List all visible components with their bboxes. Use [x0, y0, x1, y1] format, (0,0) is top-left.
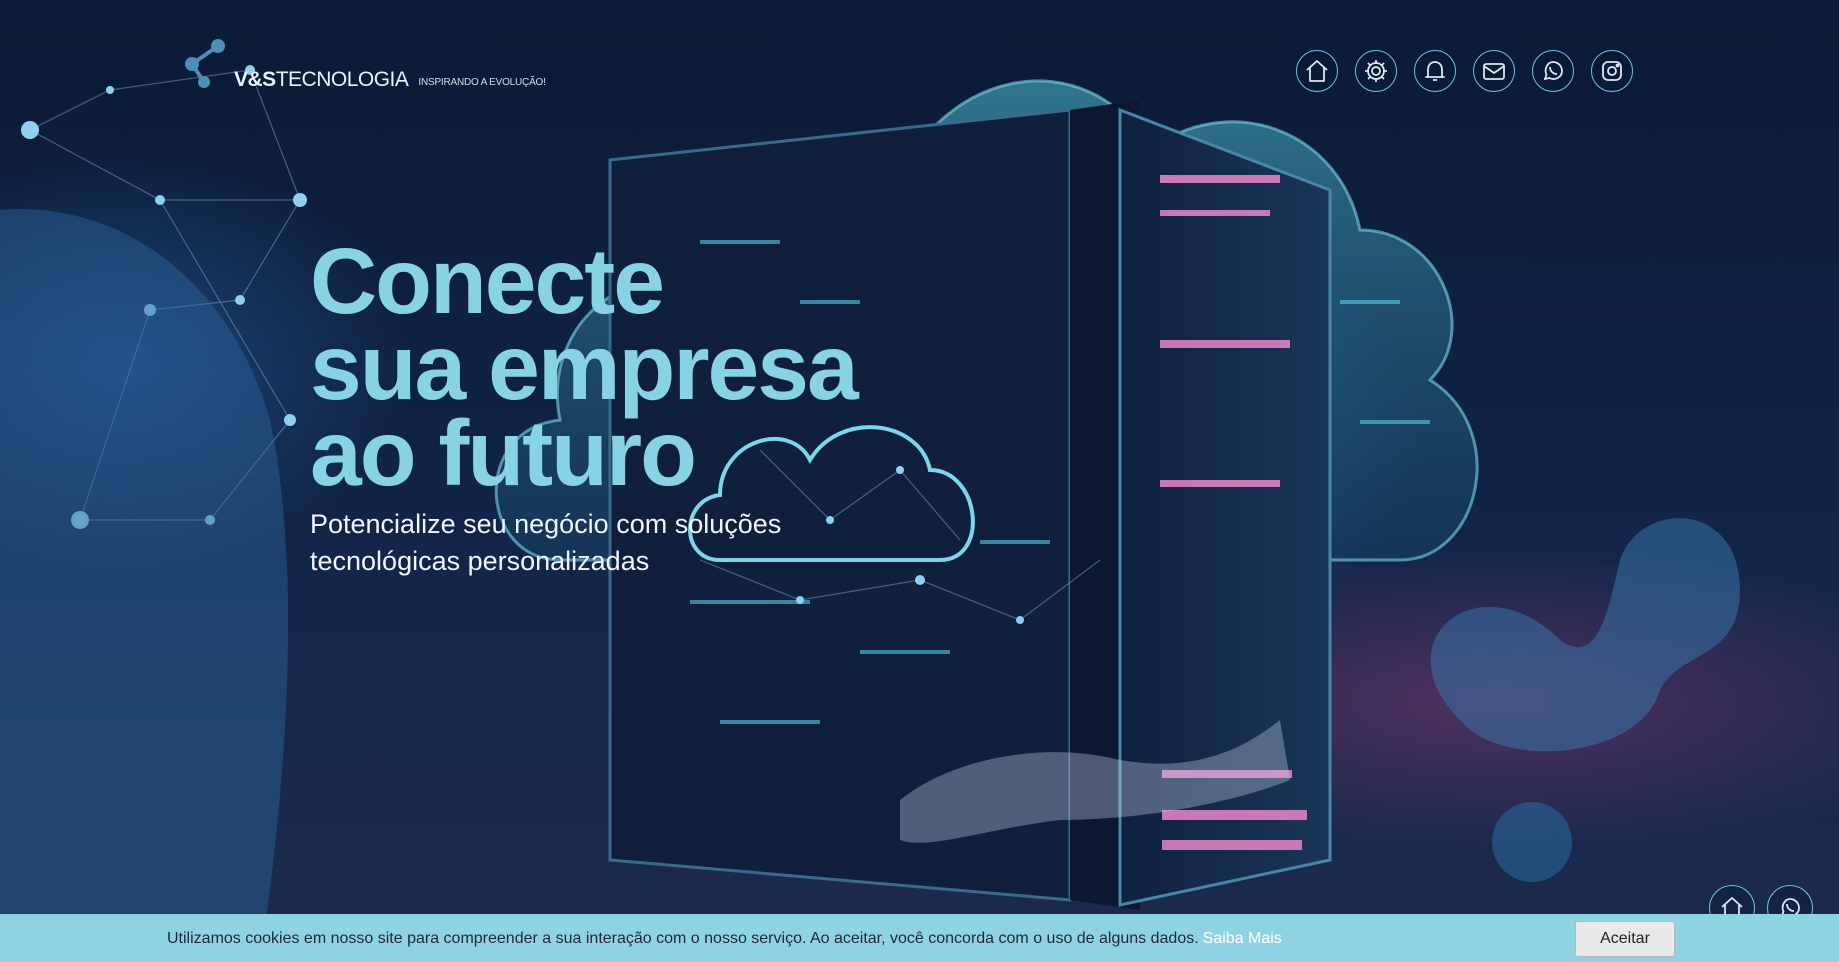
hero-title-line: Conecte [310, 229, 665, 333]
gear-icon [1365, 60, 1387, 82]
server-cloud-illustration [0, 65, 1740, 962]
logo-mark-icon [185, 39, 225, 88]
mail-button[interactable] [1473, 50, 1515, 92]
settings-button[interactable] [1355, 50, 1397, 92]
whatsapp-button[interactable] [1532, 50, 1574, 92]
logo-brand-bold: V&S [234, 68, 276, 91]
logo-brand-rest: TECNOLOGIA [275, 68, 409, 91]
cookie-message-text: Utilizamos cookies em nosso site para co… [167, 930, 1199, 947]
notifications-button[interactable] [1414, 50, 1456, 92]
instagram-button[interactable] [1591, 50, 1633, 92]
hero-section: Conecte sua empresa ao futuro Potenciali… [310, 229, 870, 580]
logo-tagline: INSPIRANDO A EVOLUÇÃO! [418, 77, 546, 88]
cookie-message: Utilizamos cookies em nosso site para co… [167, 930, 1282, 948]
home-button[interactable] [1296, 50, 1338, 92]
whatsapp-icon [1543, 61, 1563, 81]
bell-icon [1425, 61, 1445, 81]
header-icon-bar [1296, 50, 1633, 92]
hero-title-line: ao futuro [310, 401, 697, 505]
mail-icon [1483, 63, 1505, 80]
instagram-icon [1602, 61, 1622, 81]
logo-brand: V&STECNOLOGIA [234, 68, 409, 91]
hero-subtitle: Potencialize seu negócio com soluções te… [310, 506, 870, 580]
hero-subtitle-line: tecnológicas personalizadas [310, 546, 650, 576]
cookie-learn-more-link[interactable]: Saiba Mais [1203, 930, 1282, 947]
site-header: V&STECNOLOGIA INSPIRANDO A EVOLUÇÃO! [0, 18, 1839, 92]
hero-subtitle-line: Potencialize seu negócio com soluções [310, 509, 782, 539]
hero-title: Conecte sua empresa ao futuro [310, 229, 870, 505]
hero-title-line: sua empresa [310, 315, 859, 419]
logo[interactable]: V&STECNOLOGIA INSPIRANDO A EVOLUÇÃO! [184, 38, 546, 90]
cookie-banner: Utilizamos cookies em nosso site para co… [0, 914, 1839, 962]
home-icon [1306, 60, 1328, 82]
cookie-accept-button[interactable]: Aceitar [1575, 921, 1675, 957]
